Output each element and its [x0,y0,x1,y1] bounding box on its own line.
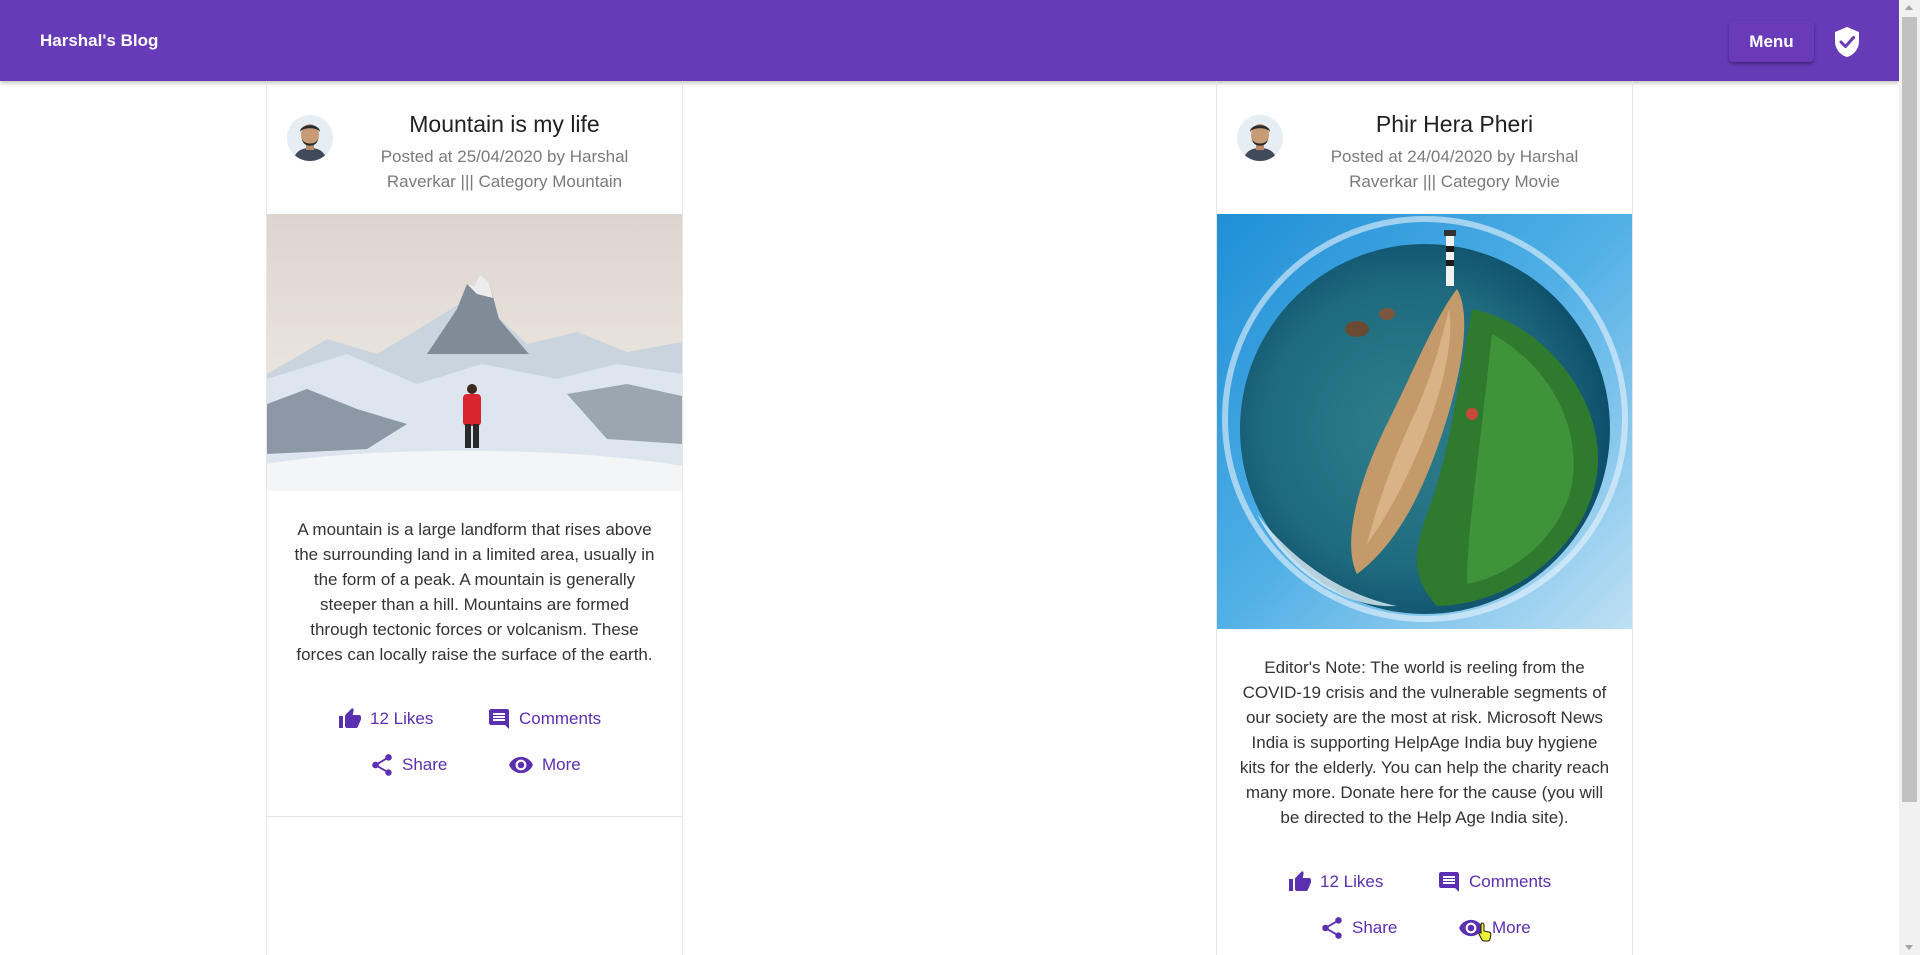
share-button[interactable]: Share [369,752,447,778]
post-card: Phir Hera Pheri Posted at 24/04/2020 by … [1217,95,1632,955]
post-meta: Posted at 24/04/2020 by Harshal Raverkar… [1330,147,1579,191]
likes-button[interactable]: 12 Likes [337,707,433,731]
column-divider [1632,81,1633,955]
post-card: Mountain is my life Posted at 25/04/2020… [267,95,682,817]
post-image-tiny-planet[interactable] [1217,214,1632,629]
comment-icon [1439,872,1459,892]
author-avatar[interactable] [1237,115,1283,161]
top-toolbar: Harshal's Blog Menu [0,0,1899,81]
share-icon [372,754,392,776]
thumbs-up-icon [339,708,361,728]
likes-label: 12 Likes [1320,872,1384,891]
more-label: More [542,755,581,774]
comments-label: Comments [519,709,602,728]
comments-button[interactable]: Comments [1436,870,1551,894]
card-bottom-border [267,816,682,817]
verified-shield-icon[interactable] [1833,26,1861,58]
likes-label: 12 Likes [370,709,434,728]
more-label: More [1492,918,1531,937]
more-button[interactable]: More [507,752,581,778]
menu-button[interactable]: Menu [1729,21,1814,62]
likes-button[interactable]: 12 Likes [1287,870,1383,894]
more-button[interactable]: More [1457,915,1531,941]
share-label: Share [1352,918,1398,937]
thumbs-up-icon [1289,871,1311,891]
comment-icon [489,709,509,729]
comments-label: Comments [1469,872,1552,891]
post-meta: Posted at 25/04/2020 by Harshal Raverkar… [380,147,629,191]
comments-button[interactable]: Comments [486,707,601,731]
share-label: Share [402,755,448,774]
vertical-scrollbar[interactable] [1899,0,1920,955]
post-body: Editor's Note: The world is reeling from… [1239,658,1610,827]
eye-icon [509,756,533,774]
post-title[interactable]: Phir Hera Pheri [1297,111,1612,138]
scroll-down-arrow-icon[interactable] [1905,945,1913,950]
author-avatar[interactable] [287,115,333,161]
scroll-up-arrow-icon[interactable] [1905,5,1913,10]
share-button[interactable]: Share [1319,915,1397,941]
share-icon [1322,917,1342,939]
post-title[interactable]: Mountain is my life [347,111,662,138]
column-divider [682,81,683,955]
blog-title[interactable]: Harshal's Blog [40,0,158,81]
scrollbar-thumb[interactable] [1902,17,1917,802]
post-image-mountain[interactable] [267,214,682,491]
pointer-cursor-icon [1478,922,1492,942]
post-body: A mountain is a large landform that rise… [294,520,655,664]
